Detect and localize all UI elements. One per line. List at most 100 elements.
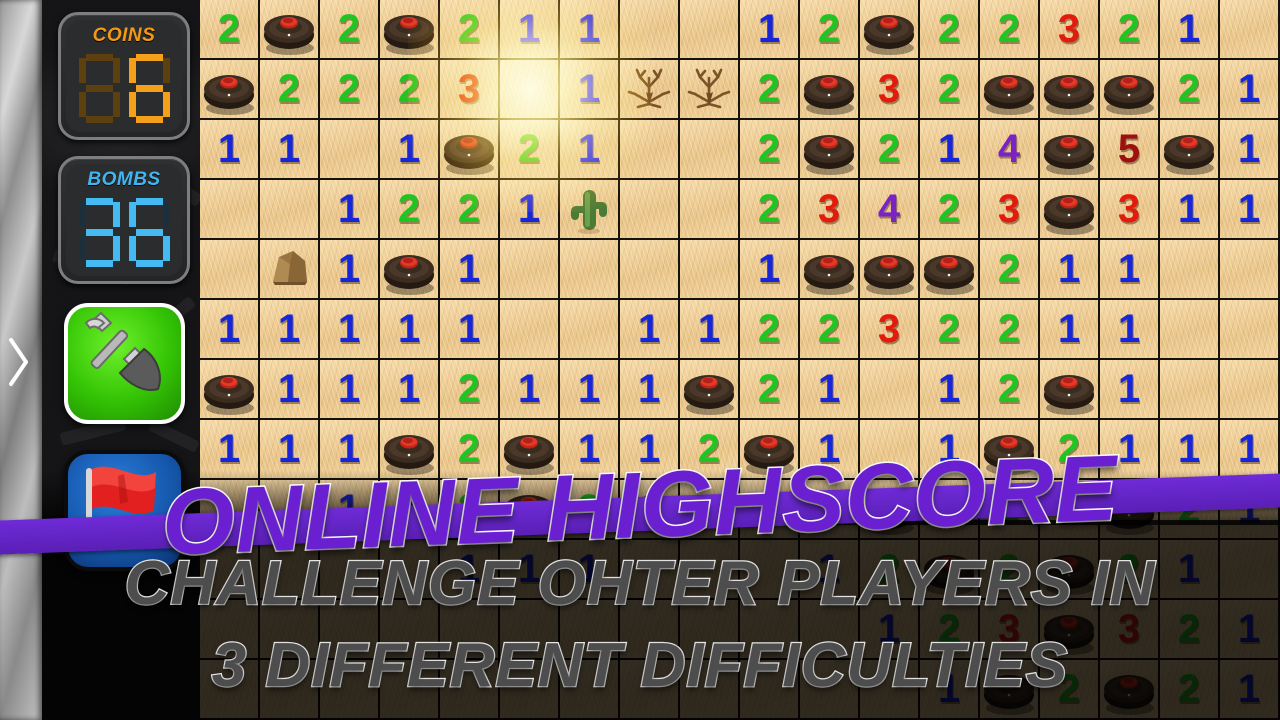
grid-cell[interactable]	[1040, 360, 1098, 418]
grid-cell[interactable]: 3	[1040, 0, 1098, 58]
grid-cell[interactable]	[320, 120, 378, 178]
grid-cell[interactable]: 1	[560, 120, 618, 178]
grid-cell[interactable]	[620, 60, 678, 118]
grid-cell[interactable]: 2	[860, 120, 918, 178]
grid-cell[interactable]	[620, 120, 678, 178]
grid-cell[interactable]: 1	[1220, 60, 1278, 118]
grid-cell[interactable]: 2	[1160, 60, 1218, 118]
grid-cell[interactable]	[1160, 300, 1218, 358]
grid-cell[interactable]	[860, 0, 918, 58]
grid-cell[interactable]	[560, 300, 618, 358]
grid-cell[interactable]	[560, 240, 618, 298]
grid-cell[interactable]: 1	[1100, 360, 1158, 418]
grid-cell[interactable]	[560, 180, 618, 238]
grid-cell[interactable]: 1	[1100, 300, 1158, 358]
grid-cell[interactable]: 2	[380, 60, 438, 118]
grid-cell[interactable]: 1	[500, 360, 558, 418]
grid-cell[interactable]: 1	[620, 300, 678, 358]
grid-cell[interactable]: 2	[920, 60, 978, 118]
grid-cell[interactable]: 2	[980, 360, 1038, 418]
grid-cell[interactable]: 1	[1160, 0, 1218, 58]
grid-cell[interactable]: 2	[440, 360, 498, 418]
grid-cell[interactable]	[1160, 360, 1218, 418]
grid-cell[interactable]: 1	[620, 360, 678, 418]
grid-cell[interactable]: 1	[560, 360, 618, 418]
grid-cell[interactable]: 1	[320, 360, 378, 418]
grid-cell[interactable]	[200, 60, 258, 118]
grid-cell[interactable]: 1	[440, 300, 498, 358]
grid-cell[interactable]: 2	[980, 0, 1038, 58]
grid-cell[interactable]: 1	[1220, 120, 1278, 178]
grid-cell[interactable]: 1	[380, 120, 438, 178]
grid-cell[interactable]	[860, 360, 918, 418]
grid-cell[interactable]: 1	[1040, 240, 1098, 298]
grid-cell[interactable]: 2	[500, 120, 558, 178]
dig-tool-button[interactable]	[64, 303, 185, 424]
grid-cell[interactable]: 2	[260, 60, 318, 118]
grid-cell[interactable]: 2	[740, 360, 798, 418]
grid-cell[interactable]: 1	[560, 0, 618, 58]
grid-cell[interactable]	[260, 240, 318, 298]
grid-cell[interactable]	[1160, 240, 1218, 298]
grid-cell[interactable]: 3	[860, 300, 918, 358]
grid-cell[interactable]	[920, 240, 978, 298]
grid-cell[interactable]: 2	[320, 0, 378, 58]
grid-cell[interactable]	[1160, 120, 1218, 178]
grid-cell[interactable]: 2	[740, 60, 798, 118]
grid-cell[interactable]: 2	[380, 180, 438, 238]
grid-cell[interactable]: 3	[980, 180, 1038, 238]
grid-cell[interactable]	[1040, 60, 1098, 118]
grid-cell[interactable]	[1220, 240, 1278, 298]
grid-cell[interactable]: 1	[500, 0, 558, 58]
grid-cell[interactable]	[500, 300, 558, 358]
grid-cell[interactable]: 2	[980, 300, 1038, 358]
grid-cell[interactable]	[800, 60, 858, 118]
grid-cell[interactable]	[620, 180, 678, 238]
grid-cell[interactable]: 2	[920, 300, 978, 358]
grid-cell[interactable]: 3	[860, 60, 918, 118]
grid-cell[interactable]: 3	[800, 180, 858, 238]
grid-cell[interactable]: 1	[260, 300, 318, 358]
grid-cell[interactable]	[860, 240, 918, 298]
chevron-right-icon[interactable]	[6, 336, 32, 388]
grid-cell[interactable]: 2	[1100, 0, 1158, 58]
grid-cell[interactable]	[440, 120, 498, 178]
grid-cell[interactable]	[680, 60, 738, 118]
grid-cell[interactable]: 1	[320, 240, 378, 298]
grid-cell[interactable]	[260, 0, 318, 58]
grid-cell[interactable]: 1	[380, 300, 438, 358]
grid-cell[interactable]: 2	[740, 300, 798, 358]
grid-cell[interactable]: 1	[200, 120, 258, 178]
grid-cell[interactable]: 2	[800, 300, 858, 358]
grid-cell[interactable]	[680, 360, 738, 418]
grid-cell[interactable]	[800, 240, 858, 298]
grid-cell[interactable]	[1220, 360, 1278, 418]
grid-cell[interactable]: 1	[1100, 240, 1158, 298]
grid-cell[interactable]: 1	[260, 120, 318, 178]
grid-cell[interactable]: 1	[320, 300, 378, 358]
grid-cell[interactable]	[380, 240, 438, 298]
grid-cell[interactable]: 1	[320, 180, 378, 238]
grid-cell[interactable]: 1	[740, 0, 798, 58]
grid-cell[interactable]	[1100, 60, 1158, 118]
grid-cell[interactable]	[680, 180, 738, 238]
grid-cell[interactable]	[800, 120, 858, 178]
grid-cell[interactable]	[500, 60, 558, 118]
grid-cell[interactable]	[1220, 0, 1278, 58]
grid-cell[interactable]: 2	[440, 0, 498, 58]
grid-cell[interactable]: 2	[320, 60, 378, 118]
grid-cell[interactable]: 1	[1220, 180, 1278, 238]
grid-cell[interactable]: 2	[200, 0, 258, 58]
grid-cell[interactable]: 2	[440, 180, 498, 238]
grid-cell[interactable]: 1	[680, 300, 738, 358]
grid-cell[interactable]	[980, 60, 1038, 118]
grid-cell[interactable]: 3	[1100, 180, 1158, 238]
grid-cell[interactable]: 2	[980, 240, 1038, 298]
grid-cell[interactable]	[200, 180, 258, 238]
grid-cell[interactable]: 4	[860, 180, 918, 238]
grid-cell[interactable]: 1	[500, 180, 558, 238]
grid-cell[interactable]: 1	[260, 360, 318, 418]
grid-cell[interactable]	[1220, 300, 1278, 358]
grid-cell[interactable]: 1	[800, 360, 858, 418]
grid-cell[interactable]	[1040, 120, 1098, 178]
